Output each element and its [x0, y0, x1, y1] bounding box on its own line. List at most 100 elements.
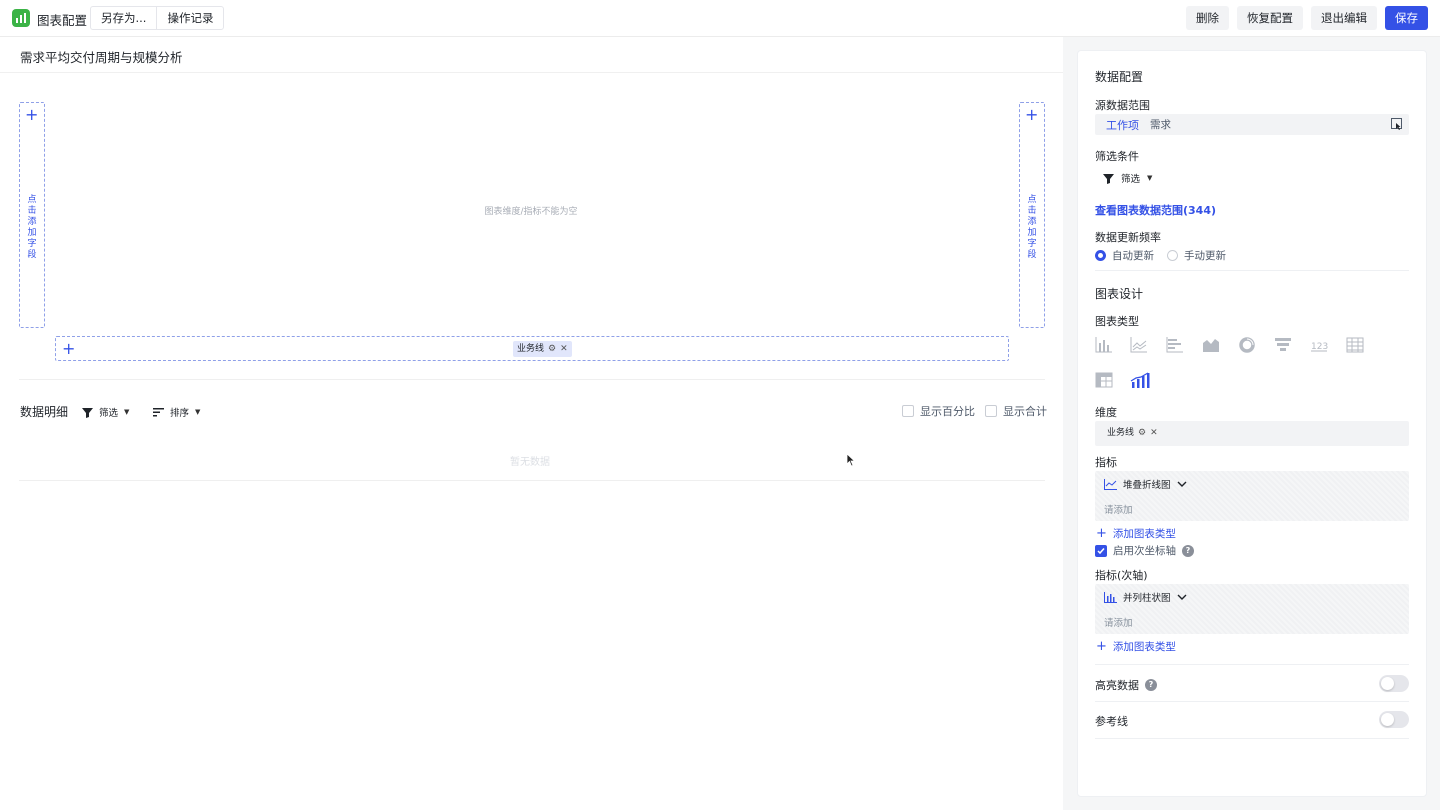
chip-label: 业务线	[517, 344, 545, 354]
gear-icon[interactable]: ⚙	[548, 341, 556, 357]
chip-label: 业务线	[1107, 428, 1135, 438]
plus-icon[interactable]: +	[62, 339, 75, 358]
manual-update-label: 手动更新	[1184, 250, 1226, 262]
number-card-type-icon[interactable]: 123	[1310, 337, 1328, 353]
dimension-field-box[interactable]: 业务线 ⚙ ✕	[1095, 421, 1409, 446]
funnel-chart-type-icon[interactable]	[1274, 337, 1292, 353]
highlight-data-label: 高亮数据	[1095, 679, 1139, 692]
chart-type-label: 图表类型	[1095, 315, 1139, 328]
plus-icon[interactable]: +	[25, 105, 38, 124]
caret-down-icon: ▼	[1147, 174, 1153, 182]
combo-chart-type-icon[interactable]	[1130, 372, 1150, 389]
chevron-down-icon[interactable]	[1177, 594, 1187, 601]
manual-update-radio[interactable]	[1167, 250, 1178, 261]
help-icon[interactable]: ?	[1145, 679, 1157, 691]
secondary-axis-checkbox[interactable]	[1095, 544, 1107, 557]
history-button[interactable]: 操作记录	[156, 7, 223, 29]
app-title: 图表配置	[37, 13, 88, 28]
right-actions: 删除 恢复配置 退出编辑 保存	[1186, 6, 1428, 30]
divider	[19, 379, 1045, 380]
caret-down-icon: ▼	[195, 408, 201, 416]
empty-chart-message: 图表维度/指标不能为空	[484, 207, 578, 217]
sort-label: 排序	[170, 408, 190, 419]
show-total-option[interactable]: 显示合计	[985, 403, 1047, 419]
gear-icon[interactable]: ⚙	[1138, 425, 1146, 441]
show-percent-option[interactable]: 显示百分比	[902, 403, 975, 419]
reference-line-toggle[interactable]	[1379, 711, 1409, 728]
pivot-table-type-icon[interactable]	[1095, 372, 1113, 388]
source-selector[interactable]: 工作项 需求	[1095, 114, 1409, 135]
plus-icon[interactable]: +	[1025, 105, 1038, 124]
delete-button[interactable]: 删除	[1186, 6, 1229, 30]
area-chart-type-icon[interactable]	[1202, 337, 1220, 353]
manual-update-option[interactable]: 手动更新	[1167, 248, 1226, 263]
view-data-range-link[interactable]: 查看图表数据范围(344)	[1095, 202, 1216, 218]
show-percent-checkbox[interactable]	[902, 405, 914, 417]
exit-edit-button[interactable]: 退出编辑	[1311, 6, 1377, 30]
no-data-message: 暂无数据	[510, 457, 550, 468]
table-type-icon[interactable]	[1346, 337, 1364, 353]
add-chart-type-button-2[interactable]: + 添加图表类型	[1096, 639, 1176, 654]
show-percent-label: 显示百分比	[920, 405, 975, 418]
right-axis-hint: 点击添加字段	[1027, 195, 1037, 260]
filter-icon	[82, 407, 93, 418]
metric-chart-type-label: 堆叠折线图	[1123, 480, 1171, 491]
line-chart-type-icon[interactable]	[1130, 337, 1148, 353]
divider	[19, 480, 1045, 481]
caret-down-icon: ▼	[124, 408, 130, 416]
help-icon[interactable]: ?	[1182, 544, 1194, 557]
auto-update-option[interactable]: 自动更新	[1095, 248, 1154, 263]
source-value: 需求	[1150, 119, 1171, 131]
donut-chart-type-icon[interactable]	[1238, 337, 1256, 353]
secondary-axis-label: 启用次坐标轴	[1113, 545, 1176, 557]
x-field-chip[interactable]: 业务线 ⚙ ✕	[513, 341, 572, 357]
dimension-chip[interactable]: 业务线 ⚙ ✕	[1103, 425, 1162, 441]
filter-condition-label: 筛选条件	[1095, 150, 1139, 163]
save-as-button[interactable]: 另存为...	[91, 7, 156, 29]
metric-box[interactable]: 堆叠折线图 请添加	[1095, 471, 1409, 521]
highlight-data-toggle[interactable]	[1379, 675, 1409, 692]
metric-placeholder[interactable]: 请添加	[1104, 502, 1133, 516]
sort-icon	[153, 407, 164, 416]
detail-sort-button[interactable]: 排序 ▼	[153, 405, 200, 419]
auto-update-radio[interactable]	[1095, 250, 1106, 261]
grouped-bar-icon	[1104, 591, 1117, 603]
x-axis-drop-zone[interactable]: + 业务线 ⚙ ✕	[55, 336, 1009, 361]
close-icon[interactable]: ✕	[560, 341, 568, 357]
right-axis-drop-zone[interactable]: + 点击添加字段	[1019, 102, 1045, 328]
update-frequency-label: 数据更新频率	[1095, 231, 1161, 244]
left-axis-drop-zone[interactable]: + 点击添加字段	[19, 102, 45, 328]
close-icon[interactable]: ✕	[1150, 425, 1158, 441]
stacked-line-icon	[1104, 478, 1117, 490]
bar-chart-type-icon[interactable]	[1095, 337, 1113, 353]
divider	[1095, 738, 1409, 739]
secondary-axis-option[interactable]: 启用次坐标轴 ?	[1095, 543, 1194, 558]
secondary-metric-label: 指标(次轴)	[1095, 569, 1148, 582]
filter-label: 筛选	[99, 408, 119, 419]
chevron-down-icon[interactable]	[1177, 481, 1187, 488]
save-button[interactable]: 保存	[1385, 6, 1428, 30]
detail-filter-button[interactable]: 筛选 ▼	[82, 405, 129, 419]
add-chart-type-button[interactable]: + 添加图表类型	[1096, 526, 1176, 541]
secondary-metric-box[interactable]: 并列柱状图 请添加	[1095, 584, 1409, 634]
metric-chart-type[interactable]: 堆叠折线图	[1104, 477, 1187, 491]
horizontal-bar-type-icon[interactable]	[1166, 337, 1184, 353]
show-total-checkbox[interactable]	[985, 405, 997, 417]
select-pointer-icon[interactable]	[1391, 118, 1403, 130]
secondary-metric-chart-type[interactable]: 并列柱状图	[1104, 590, 1187, 604]
panel-filter-button[interactable]: 筛选 ▼	[1103, 171, 1152, 185]
highlight-data-row: 高亮数据 ?	[1095, 677, 1157, 693]
left-axis-hint: 点击添加字段	[27, 195, 37, 260]
restore-button[interactable]: 恢复配置	[1237, 6, 1303, 30]
data-config-heading: 数据配置	[1095, 70, 1144, 84]
chart-title[interactable]: 需求平均交付周期与规模分析	[20, 47, 183, 66]
mouse-cursor-icon	[846, 453, 856, 467]
secondary-metric-chart-type-label: 并列柱状图	[1123, 593, 1171, 604]
secondary-metric-placeholder[interactable]: 请添加	[1104, 615, 1133, 629]
dimension-label: 维度	[1095, 406, 1117, 419]
filter-icon	[1103, 173, 1114, 184]
divider	[1095, 270, 1409, 271]
panel-filter-label: 筛选	[1121, 174, 1141, 185]
plus-icon: +	[1096, 526, 1107, 541]
divider	[1095, 664, 1409, 665]
